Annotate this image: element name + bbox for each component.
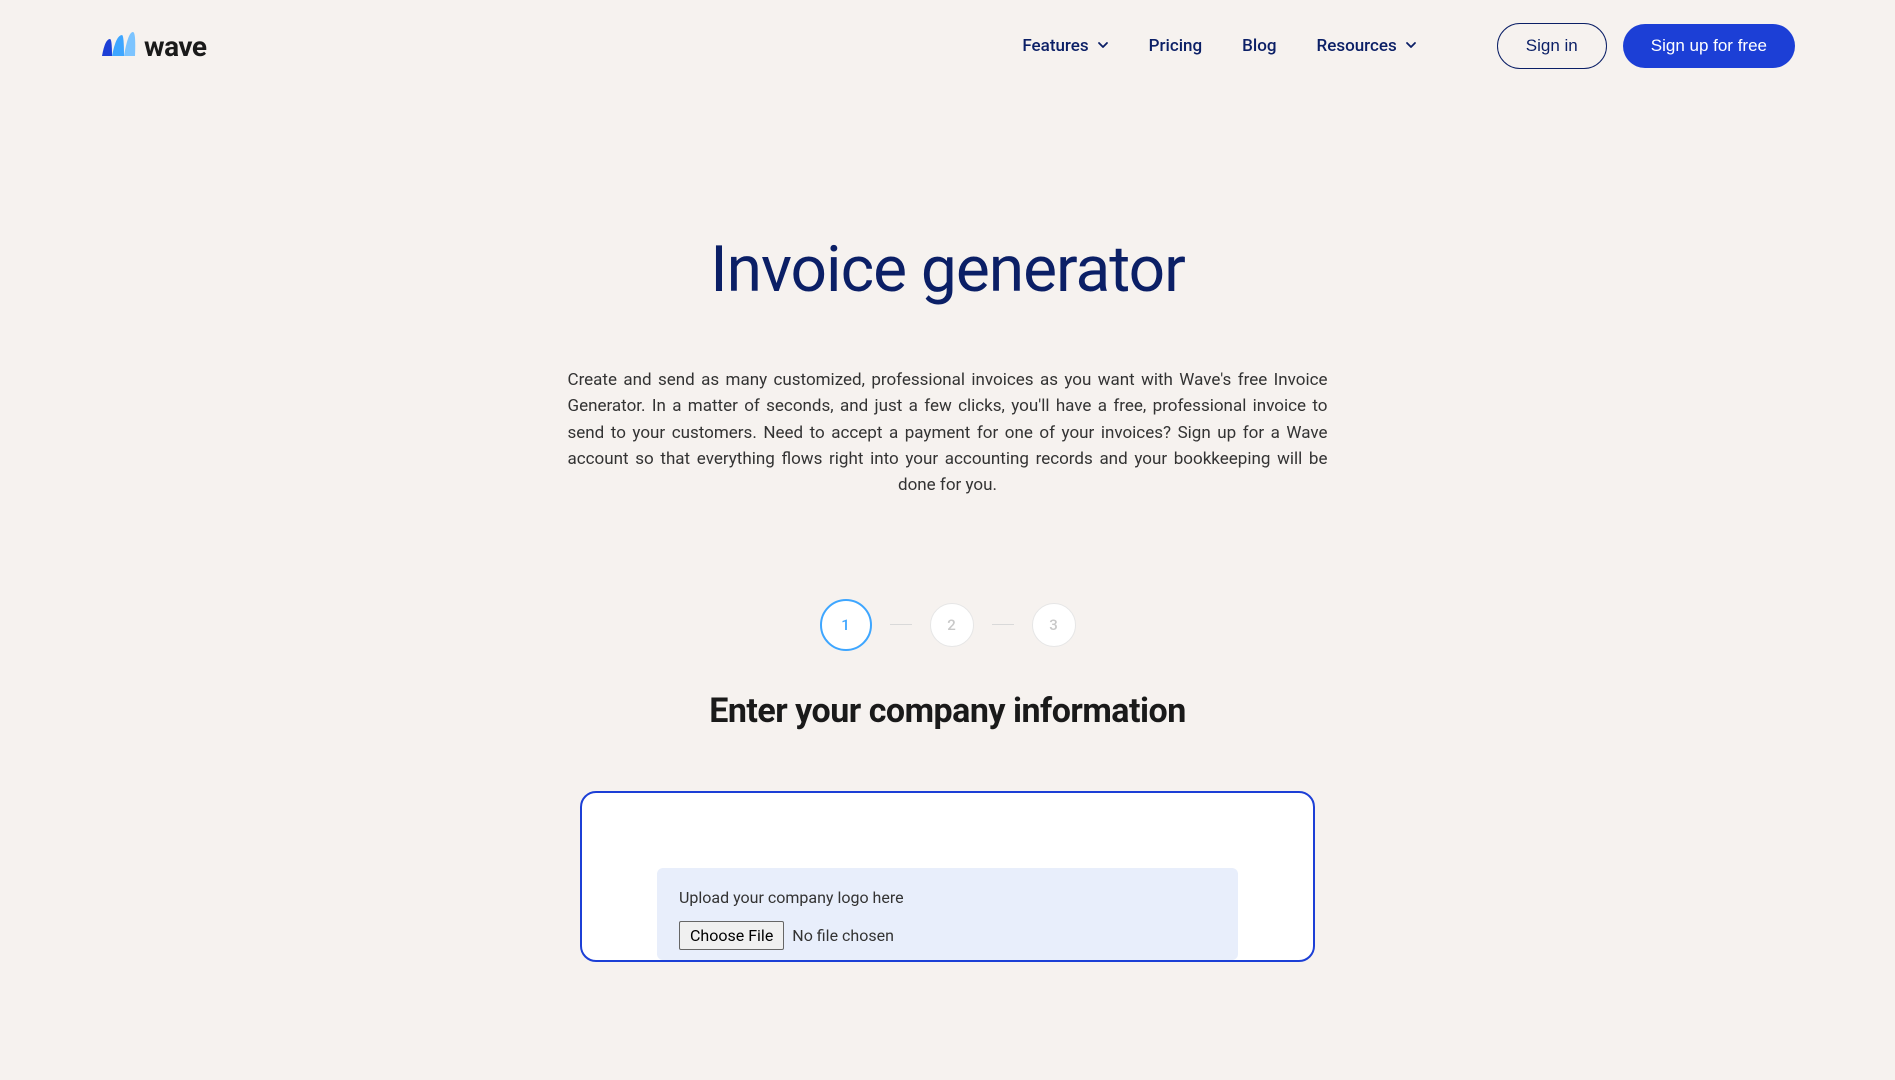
brand-name: wave	[144, 30, 206, 63]
chevron-down-icon	[1405, 36, 1417, 56]
nav-resources[interactable]: Resources	[1317, 36, 1417, 56]
nav-resources-label: Resources	[1317, 36, 1397, 56]
nav-blog-label: Blog	[1242, 36, 1276, 56]
hero-section: Invoice generator Create and send as man…	[0, 92, 1895, 499]
upload-label: Upload your company logo here	[679, 888, 1216, 907]
logo-upload-box: Upload your company logo here Choose Fil…	[657, 868, 1238, 960]
page-title: Invoice generator	[0, 232, 1895, 307]
signin-button[interactable]: Sign in	[1497, 23, 1607, 69]
signup-button[interactable]: Sign up for free	[1623, 24, 1795, 68]
step-connector	[992, 624, 1014, 625]
nav-pricing-label: Pricing	[1149, 36, 1203, 56]
nav-pricing[interactable]: Pricing	[1149, 36, 1203, 56]
step-connector	[890, 624, 912, 625]
main-content: Invoice generator Create and send as man…	[0, 92, 1895, 962]
nav-blog[interactable]: Blog	[1242, 36, 1276, 56]
step-2[interactable]: 2	[930, 603, 974, 647]
section-title: Enter your company information	[0, 691, 1895, 731]
file-input-row: Choose File No file chosen	[679, 921, 1216, 950]
company-form-card: Upload your company logo here Choose Fil…	[580, 791, 1315, 962]
brand-logo[interactable]: wave	[100, 30, 206, 63]
site-header: wave Features Pricing Blog Resources Sig…	[0, 0, 1895, 92]
wave-logo-icon	[100, 31, 136, 61]
step-3[interactable]: 3	[1032, 603, 1076, 647]
nav-features-label: Features	[1022, 36, 1088, 56]
choose-file-button[interactable]: Choose File	[679, 921, 784, 950]
file-status-text: No file chosen	[792, 926, 894, 945]
nav-features[interactable]: Features	[1022, 36, 1108, 56]
step-indicator: 1 2 3	[0, 599, 1895, 651]
hero-description: Create and send as many customized, prof…	[568, 367, 1328, 499]
primary-nav: Features Pricing Blog Resources Sign in …	[1022, 23, 1795, 69]
step-1[interactable]: 1	[820, 599, 872, 651]
chevron-down-icon	[1097, 36, 1109, 56]
auth-buttons: Sign in Sign up for free	[1497, 23, 1795, 69]
